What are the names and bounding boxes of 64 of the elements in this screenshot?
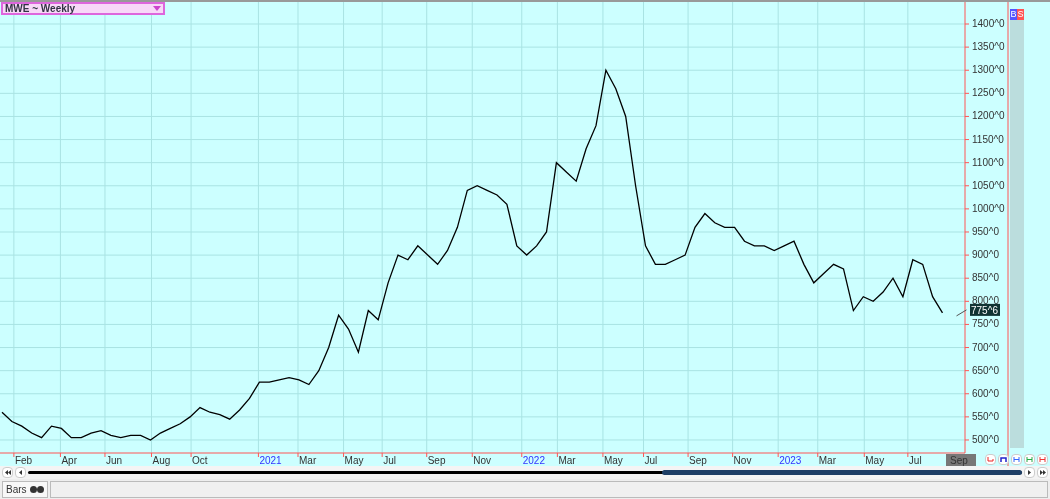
rewind-icon [4,470,11,475]
left-icon [19,470,22,475]
dots-icon [29,486,44,493]
axis-label: 650^0 [972,364,999,376]
axis-label: Sep [689,455,707,466]
axis-label: 850^0 [972,272,999,284]
cursor-date-tag: Sep [946,454,976,466]
scroll-start-button[interactable] [2,467,13,478]
axis-label: 950^0 [972,226,999,237]
axis-label: Jun [105,455,123,466]
last-price-tag: 775^6 [970,303,1000,316]
tool-icon[interactable] [1037,454,1048,465]
bottom-tab[interactable]: Bars [2,481,48,498]
arch-icon [1000,457,1007,462]
axis-label: Mar [558,455,576,466]
axis-label: May [865,455,885,466]
scroll-end-button[interactable] [1037,467,1048,478]
axis-label: 700^0 [972,341,999,353]
span-icon [1026,457,1033,462]
chart-selector[interactable]: MWE ~ Weekly [1,2,165,15]
axis-label: 1350^0 [972,41,1005,53]
axis-label: Oct [192,455,208,466]
tool-icon[interactable] [998,454,1009,465]
axis-label: Apr [61,455,77,466]
scroll-right-button[interactable] [1024,467,1035,478]
step-icon [987,457,994,462]
axis-label: Jul [644,455,658,466]
right-icon [1028,470,1031,475]
axis-label: 1150^0 [972,133,1004,145]
axis-label: Mar [818,455,836,466]
scrollbar-track[interactable] [28,471,1022,474]
axis-label: Aug [152,455,171,466]
axis-label: 1000^0 [972,202,1005,214]
axis-label: 1050^0 [972,179,1005,191]
tool-icon[interactable] [1011,454,1022,465]
dropdown-caret-icon [153,6,161,11]
axis-label: 1100^0 [972,156,1004,168]
axis-label: May [344,455,364,466]
side-button[interactable]: B [1010,9,1017,20]
axis-label: 1250^0 [972,87,1005,99]
axis-label: Mar [299,455,317,466]
axis-label: 1300^0 [972,64,1005,76]
span-icon [1039,457,1046,462]
fast-forward-icon [1039,470,1046,475]
axis-label: 2022 [522,455,545,466]
axis-label: Feb [14,455,33,466]
axis-label: 600^0 [972,387,999,399]
axis-label: Nov [733,455,752,466]
axis-label: 750^0 [972,318,999,330]
axis-label: 550^0 [972,410,999,422]
axis-label: 1400^0 [972,18,1005,29]
axis-label: 2023 [779,455,802,466]
span-icon [1013,457,1020,462]
axis-label: Jul [383,455,396,466]
axis-label: 900^0 [972,249,999,261]
axis-label: 1200^0 [972,110,1005,122]
scrollbar-thumb[interactable] [662,470,1022,475]
axis-label: Sep [427,455,446,466]
axis-label: 2021 [259,455,282,466]
axis-label: Jul [908,455,922,466]
axis-label: Nov [473,455,492,466]
scroll-left-button[interactable] [15,467,26,478]
axis-label: May [603,455,623,466]
axis-label: 500^0 [972,434,999,445]
